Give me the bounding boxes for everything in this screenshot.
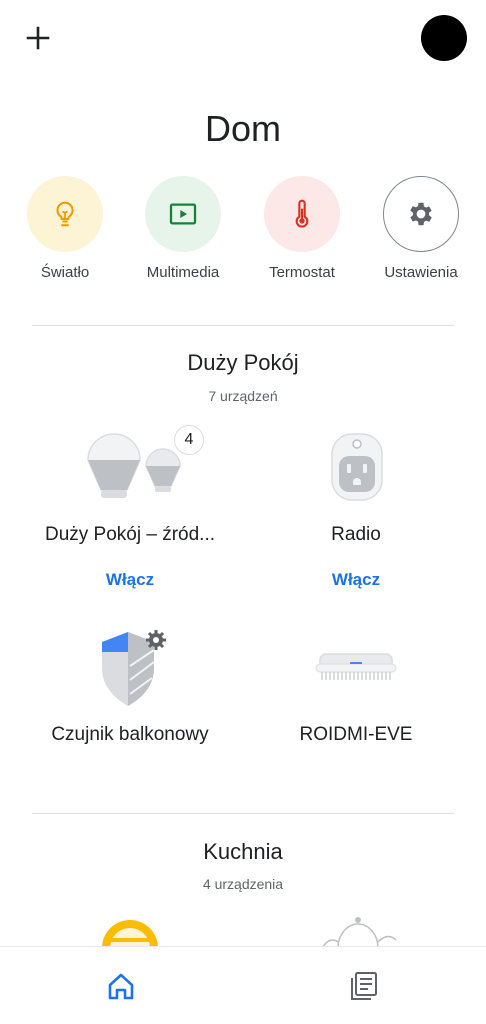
vacuum-icon: [315, 653, 397, 680]
nav-home[interactable]: [100, 969, 142, 1003]
device-count-badge: 4: [174, 425, 204, 455]
device-card[interactable]: Radio Włącz: [250, 420, 462, 600]
shortcut-label: Światło: [40, 264, 90, 281]
device-name: Duży Pokój – źród...: [44, 524, 216, 545]
page-title: Dom: [204, 108, 281, 149]
shortcut-thermostat[interactable]: Termostat: [252, 176, 352, 281]
device-name: Czujnik balkonowy: [51, 724, 209, 745]
shortcut-label: Multimedia: [146, 264, 220, 281]
add-button[interactable]: [22, 22, 54, 54]
room-device-count: 4 urządzenia: [202, 876, 284, 892]
shortcut-media[interactable]: Multimedia: [133, 176, 233, 281]
shortcut-label: Ustawienia: [384, 264, 458, 281]
device-card[interactable]: 4 Duży Pokój – źród... Włącz: [12, 420, 248, 600]
device-card[interactable]: ROIDMI-EVE: [250, 620, 462, 760]
play-icon: [145, 176, 221, 252]
feed-icon: [351, 972, 377, 1000]
gear-icon: [383, 176, 459, 252]
device-card[interactable]: Czujnik balkonowy: [12, 620, 248, 760]
thermometer-icon: [264, 176, 340, 252]
bottom-navigation: [0, 946, 486, 1024]
plus-icon: [26, 26, 50, 50]
nav-feed[interactable]: [343, 969, 385, 1003]
room-title: Duży Pokój: [187, 350, 299, 375]
device-name: ROIDMI-EVE: [299, 724, 413, 745]
avatar[interactable]: [421, 15, 467, 61]
turn-on-button[interactable]: Włącz: [12, 570, 248, 590]
light-bulbs-icon: [87, 433, 181, 498]
lamp-icon[interactable]: [100, 914, 160, 948]
shortcut-label: Termostat: [269, 264, 335, 281]
smart-plug-icon: [331, 433, 383, 501]
divider: [32, 813, 454, 814]
kettle-icon[interactable]: [318, 914, 398, 948]
home-icon: [108, 973, 134, 1000]
room-title: Kuchnia: [203, 839, 283, 864]
sensor-shield-icon: [102, 630, 166, 706]
lightbulb-icon: [27, 176, 103, 252]
divider: [32, 325, 454, 326]
device-name: Radio: [331, 524, 381, 545]
turn-on-button[interactable]: Włącz: [250, 570, 462, 590]
shortcut-settings[interactable]: Ustawienia: [371, 176, 471, 281]
room-device-count: 7 urządzeń: [208, 388, 278, 404]
shortcut-lights[interactable]: Światło: [15, 176, 115, 281]
